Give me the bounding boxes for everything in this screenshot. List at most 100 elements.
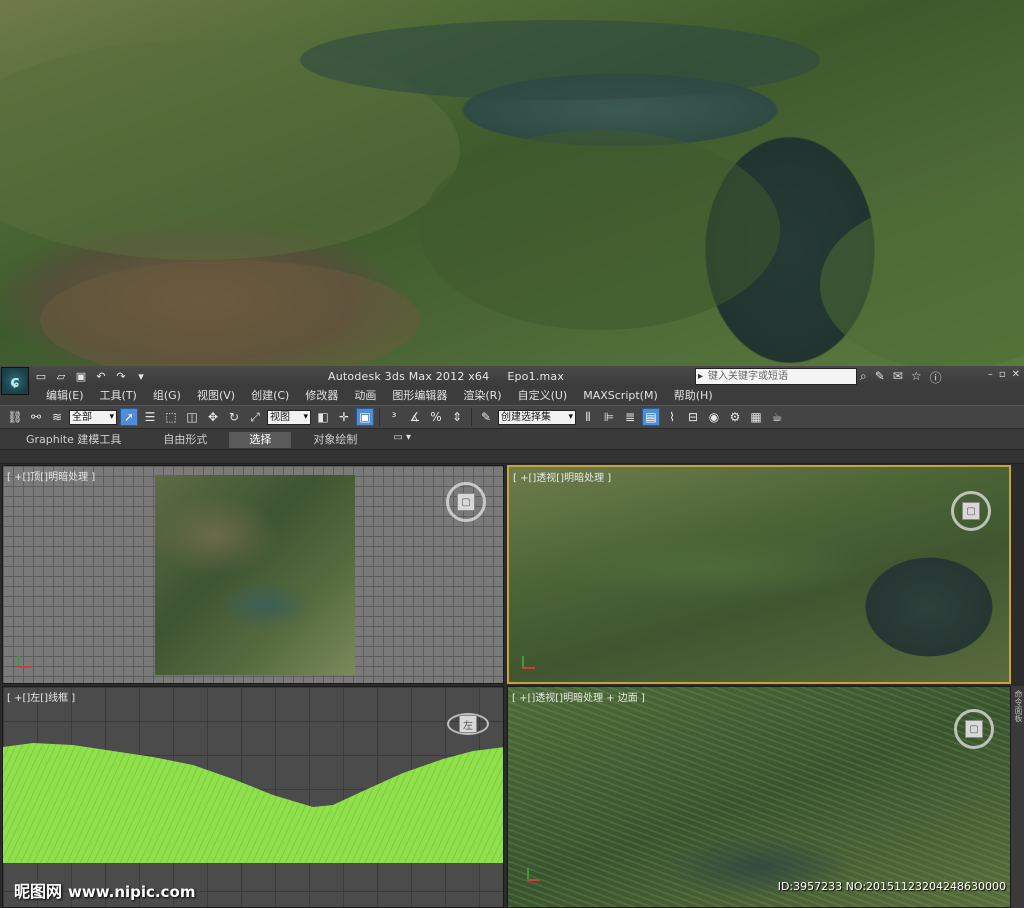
- menu-modifiers[interactable]: 修改器: [297, 387, 346, 405]
- toolbar-separator: [379, 408, 380, 426]
- help-search-input[interactable]: 键入关键字或短语: [695, 368, 857, 385]
- command-panel-collapsed[interactable]: 命令面板: [1011, 686, 1024, 908]
- command-panel-label: 命令面板: [1014, 690, 1023, 722]
- schematic-view-icon[interactable]: ⊟: [684, 408, 702, 426]
- pivot-center-icon[interactable]: ◧: [314, 408, 332, 426]
- watermark-url: www.nipic.com: [68, 883, 196, 901]
- tab-freeform[interactable]: 自由形式: [143, 432, 227, 448]
- ribbon-panel-strip: [0, 450, 1024, 464]
- viewcube-face-icon[interactable]: ▢: [962, 502, 980, 520]
- viewport-perspective-shaded[interactable]: [ +[]透视[]明暗处理 ] ▢: [507, 465, 1011, 684]
- material-editor-icon[interactable]: ◉: [705, 408, 723, 426]
- curve-editor-icon[interactable]: ⌇: [663, 408, 681, 426]
- menu-maxscript[interactable]: MAXScript(M): [575, 387, 666, 405]
- tab-selection[interactable]: 选择: [229, 432, 292, 448]
- menu-customize[interactable]: 自定义(U): [510, 387, 576, 405]
- minimize-icon[interactable]: –: [988, 369, 993, 380]
- terrain-wireframe-profile: [3, 743, 503, 863]
- menu-group[interactable]: 组(G): [145, 387, 189, 405]
- axis-tripod-icon: [524, 867, 540, 883]
- select-scale-icon[interactable]: ⤢: [246, 408, 264, 426]
- menu-views[interactable]: 视图(V): [189, 387, 243, 405]
- link-icon[interactable]: ⛓: [6, 408, 24, 426]
- percent-snap-icon[interactable]: %: [427, 408, 445, 426]
- named-selection-dropdown[interactable]: 创建选择集: [498, 409, 576, 425]
- communication-icon[interactable]: ✉: [893, 369, 903, 386]
- viewport-perspective-edged-faces[interactable]: [ +[]透视[]明暗处理 + 边面 ] ▢: [507, 686, 1011, 908]
- window-crossing-icon[interactable]: ◫: [183, 408, 201, 426]
- axis-tripod-icon: [519, 655, 535, 671]
- selection-filter-dropdown[interactable]: 全部: [69, 409, 117, 425]
- viewport-top[interactable]: [ +[]顶[]明暗处理 ] ▢: [2, 465, 504, 684]
- close-icon[interactable]: ✕: [1012, 369, 1020, 380]
- tab-object-paint[interactable]: 对象绘制: [293, 432, 377, 448]
- menu-edit[interactable]: 编辑(E): [38, 387, 92, 405]
- select-manipulate-icon[interactable]: ✛: [335, 408, 353, 426]
- graphite-toggle-icon[interactable]: ▤: [642, 408, 660, 426]
- site-watermark: 昵图网 www.nipic.com: [14, 878, 195, 902]
- viewcube-face-icon[interactable]: ▢: [965, 720, 983, 738]
- graphite-ribbon: Graphite 建模工具 自由形式 选择 对象绘制 ▭ ▾: [0, 429, 1024, 450]
- binoculars-icon[interactable]: ⌕: [860, 369, 867, 386]
- unlink-icon[interactable]: ⚯: [27, 408, 45, 426]
- viewcube-icon[interactable]: ▢: [954, 709, 994, 749]
- menu-bar: 编辑(E) 工具(T) 组(G) 视图(V) 创建(C) 修改器 动画 图形编辑…: [0, 387, 1024, 405]
- main-toolbar: ⛓ ⚯ ≋ 全部 ➚ ☰ ⬚ ◫ ✥ ↻ ⤢ 视图 ◧ ✛ ▣ ³ ∡ % ⇕ …: [0, 405, 1024, 429]
- help-icon[interactable]: ⓘ: [930, 369, 942, 386]
- restore-icon[interactable]: ▫: [999, 369, 1006, 380]
- select-by-name-icon[interactable]: ☰: [141, 408, 159, 426]
- align-icon[interactable]: ⊫: [600, 408, 618, 426]
- rectangle-selection-icon[interactable]: ⬚: [162, 408, 180, 426]
- viewport-label[interactable]: [ +[]透视[]明暗处理 ]: [513, 469, 611, 484]
- keyboard-shortcut-override-icon[interactable]: ▣: [356, 408, 374, 426]
- reference-coordinate-dropdown[interactable]: 视图: [267, 409, 311, 425]
- open-file-icon[interactable]: ▱: [54, 369, 68, 383]
- redo-icon[interactable]: ↷: [114, 369, 128, 383]
- viewcube-icon[interactable]: ▢: [951, 491, 991, 531]
- viewport-label[interactable]: [ +[]左[]线框 ]: [7, 689, 75, 704]
- wrench-icon[interactable]: ✎: [875, 369, 885, 386]
- viewport-label[interactable]: [ +[]透视[]明暗处理 + 边面 ]: [512, 689, 645, 704]
- render-setup-icon[interactable]: ⚙: [726, 408, 744, 426]
- rendered-frame-icon[interactable]: ▦: [747, 408, 765, 426]
- favorites-star-icon[interactable]: ☆: [911, 369, 922, 386]
- viewcube-face-icon[interactable]: ▢: [457, 493, 475, 511]
- snaps-toggle-icon[interactable]: ³: [385, 408, 403, 426]
- save-file-icon[interactable]: ▣: [74, 369, 88, 383]
- terrain-edged-faces-view: [508, 687, 1010, 907]
- menu-rendering[interactable]: 渲染(R): [455, 387, 509, 405]
- viewport-left-wireframe[interactable]: [ +[]左[]线框 ] 左: [2, 686, 504, 908]
- mirror-icon[interactable]: ⫴: [579, 408, 597, 426]
- spinner-snap-icon[interactable]: ⇕: [448, 408, 466, 426]
- select-object-icon[interactable]: ➚: [120, 408, 138, 426]
- terrain-perspective-view: [509, 467, 1009, 682]
- menu-create[interactable]: 创建(C): [243, 387, 297, 405]
- angle-snap-icon[interactable]: ∡: [406, 408, 424, 426]
- app-title: Autodesk 3ds Max 2012 x64: [328, 370, 490, 383]
- menu-tools[interactable]: 工具(T): [92, 387, 145, 405]
- customize-dropdown-icon[interactable]: ▾: [134, 369, 148, 383]
- undo-icon[interactable]: ↶: [94, 369, 108, 383]
- bind-spacewarp-icon[interactable]: ≋: [48, 408, 66, 426]
- select-rotate-icon[interactable]: ↻: [225, 408, 243, 426]
- ribbon-options-dropdown-icon[interactable]: ▭ ▾: [393, 432, 411, 448]
- edit-named-selection-icon[interactable]: ✎: [477, 408, 495, 426]
- menu-graph-editors[interactable]: 图形编辑器: [384, 387, 455, 405]
- axis-tripod-icon: [15, 654, 31, 670]
- select-move-icon[interactable]: ✥: [204, 408, 222, 426]
- tab-graphite-modeling[interactable]: Graphite 建模工具: [6, 432, 141, 448]
- layer-manager-icon[interactable]: ≣: [621, 408, 639, 426]
- app-logo-icon[interactable]: ɕ: [1, 367, 29, 395]
- menu-help[interactable]: 帮助(H): [666, 387, 721, 405]
- quick-access-toolbar: ▭ ▱ ▣ ↶ ↷ ▾: [34, 369, 148, 383]
- render-production-icon[interactable]: ☕: [768, 408, 786, 426]
- watermark-site-name: 昵图网: [14, 882, 63, 901]
- infocenter-icons: ⌕ ✎ ✉ ☆ ⓘ: [860, 369, 942, 386]
- viewcube-icon[interactable]: 左: [447, 713, 489, 735]
- watermark-image-id: ID:3957233 NO:20151123204248630000: [777, 880, 1006, 893]
- viewcube-icon[interactable]: ▢: [446, 482, 486, 522]
- viewport-label[interactable]: [ +[]顶[]明暗处理 ]: [7, 468, 95, 483]
- menu-animation[interactable]: 动画: [346, 387, 384, 405]
- new-file-icon[interactable]: ▭: [34, 369, 48, 383]
- viewcube-face-label[interactable]: 左: [459, 715, 477, 733]
